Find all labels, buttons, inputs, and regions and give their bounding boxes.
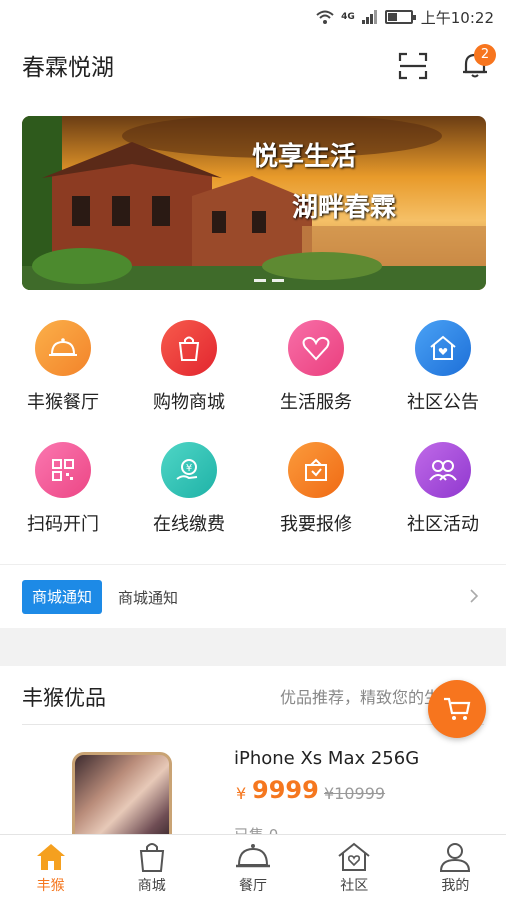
- notice-tag: 商城通知: [22, 580, 102, 614]
- grid-item-scan-door[interactable]: 扫码开门: [0, 442, 126, 536]
- tab-label: 丰猴: [36, 878, 65, 894]
- cart-icon: [444, 697, 471, 720]
- user-icon: [440, 843, 471, 872]
- grid-label: 扫码开门: [27, 514, 99, 535]
- original-price: ¥10999: [324, 784, 386, 803]
- yen-hand-icon: ¥: [161, 442, 217, 498]
- heart-icon: [288, 320, 344, 376]
- tab-restaurant[interactable]: 餐厅: [202, 835, 303, 900]
- grid-label: 生活服务: [280, 392, 352, 413]
- carousel-dot: [272, 279, 284, 282]
- main-content: 悦享生活 湖畔春霖 丰猴餐厅 购物商城 生活服务 社区公告 扫码开门 ¥ 在线缴…: [0, 98, 506, 568]
- tab-label: 社区: [340, 878, 369, 894]
- tab-label: 商城: [137, 878, 166, 894]
- grid-label: 社区活动: [407, 514, 479, 535]
- section-title: 丰猴优品: [22, 686, 106, 710]
- grid-item-community-activity[interactable]: 社区活动: [380, 442, 506, 536]
- product-price: 9999: [252, 776, 319, 804]
- network-type: 4G: [341, 12, 355, 22]
- people-icon: [415, 442, 471, 498]
- tab-label: 餐厅: [239, 878, 267, 894]
- notification-button[interactable]: 2: [460, 44, 496, 82]
- battery-icon: [384, 10, 416, 24]
- app-header: 春霖悦湖 2: [0, 34, 506, 98]
- banner-line-2: 湖畔春霖: [292, 193, 397, 223]
- shopping-bag-icon: [161, 320, 217, 376]
- grid-label: 购物商城: [153, 392, 225, 413]
- scan-button[interactable]: [398, 52, 428, 80]
- bottom-tab-bar: 丰猴 商城 餐厅 社区 我的: [0, 834, 506, 900]
- grid-label: 我要报修: [280, 514, 352, 535]
- dish-cover-icon: [236, 844, 270, 868]
- dish-cover-icon: [35, 320, 91, 376]
- tab-home[interactable]: 丰猴: [0, 835, 101, 900]
- notice-bar[interactable]: 商城通知 商城通知: [0, 564, 506, 628]
- chevron-right-icon: [470, 589, 479, 603]
- product-image: [72, 752, 172, 836]
- page-title: 春霖悦湖: [22, 55, 114, 81]
- status-bar: 4G 上午10:22: [0, 0, 506, 34]
- notice-text: 商城通知: [118, 589, 179, 607]
- banner-line-1: 悦享生活: [252, 142, 357, 172]
- tab-label: 我的: [441, 878, 470, 894]
- signal-icon: [361, 10, 377, 24]
- scan-icon: [398, 52, 428, 80]
- grid-label: 丰猴餐厅: [27, 392, 99, 413]
- tab-mall[interactable]: 商城: [101, 835, 202, 900]
- wifi-icon: [316, 10, 334, 24]
- price-currency: ¥: [236, 784, 247, 803]
- grid-item-online-payment[interactable]: ¥ 在线缴费: [126, 442, 252, 536]
- featured-section: 丰猴优品 优品推荐，精致您的生活 iPhone Xs Max 256G ¥ 99…: [0, 666, 506, 836]
- qr-code-icon: [35, 442, 91, 498]
- notification-badge: 2: [474, 44, 496, 66]
- status-icons: 4G: [315, 9, 416, 25]
- banner-carousel[interactable]: 悦享生活 湖畔春霖: [22, 116, 486, 290]
- banner-slogan: 悦享生活 湖畔春霖: [252, 136, 396, 238]
- shopping-bag-icon: [139, 843, 164, 872]
- grid-label: 在线缴费: [153, 514, 225, 535]
- home-icon: [36, 844, 65, 870]
- tab-community[interactable]: 社区: [304, 835, 405, 900]
- carousel-dot: [254, 279, 266, 282]
- tab-profile[interactable]: 我的: [405, 835, 506, 900]
- grid-item-repair[interactable]: 我要报修: [253, 442, 379, 536]
- status-time: 上午10:22: [420, 8, 494, 27]
- grid-item-restaurant[interactable]: 丰猴餐厅: [0, 320, 126, 414]
- svg-text:¥: ¥: [186, 463, 192, 474]
- grid-item-announcement[interactable]: 社区公告: [380, 320, 506, 414]
- house-heart-icon: [338, 842, 370, 871]
- repair-box-icon: [288, 442, 344, 498]
- grid-label: 社区公告: [407, 392, 479, 413]
- carousel-indicator: [254, 279, 284, 282]
- grid-item-mall[interactable]: 购物商城: [126, 320, 252, 414]
- grid-item-life-service[interactable]: 生活服务: [253, 320, 379, 414]
- cart-button[interactable]: [428, 680, 486, 738]
- house-heart-icon: [415, 320, 471, 376]
- product-name: iPhone Xs Max 256G: [234, 748, 420, 769]
- product-card[interactable]: iPhone Xs Max 256G ¥ 9999 ¥10999 已售 0: [0, 736, 506, 836]
- section-divider: [22, 724, 484, 725]
